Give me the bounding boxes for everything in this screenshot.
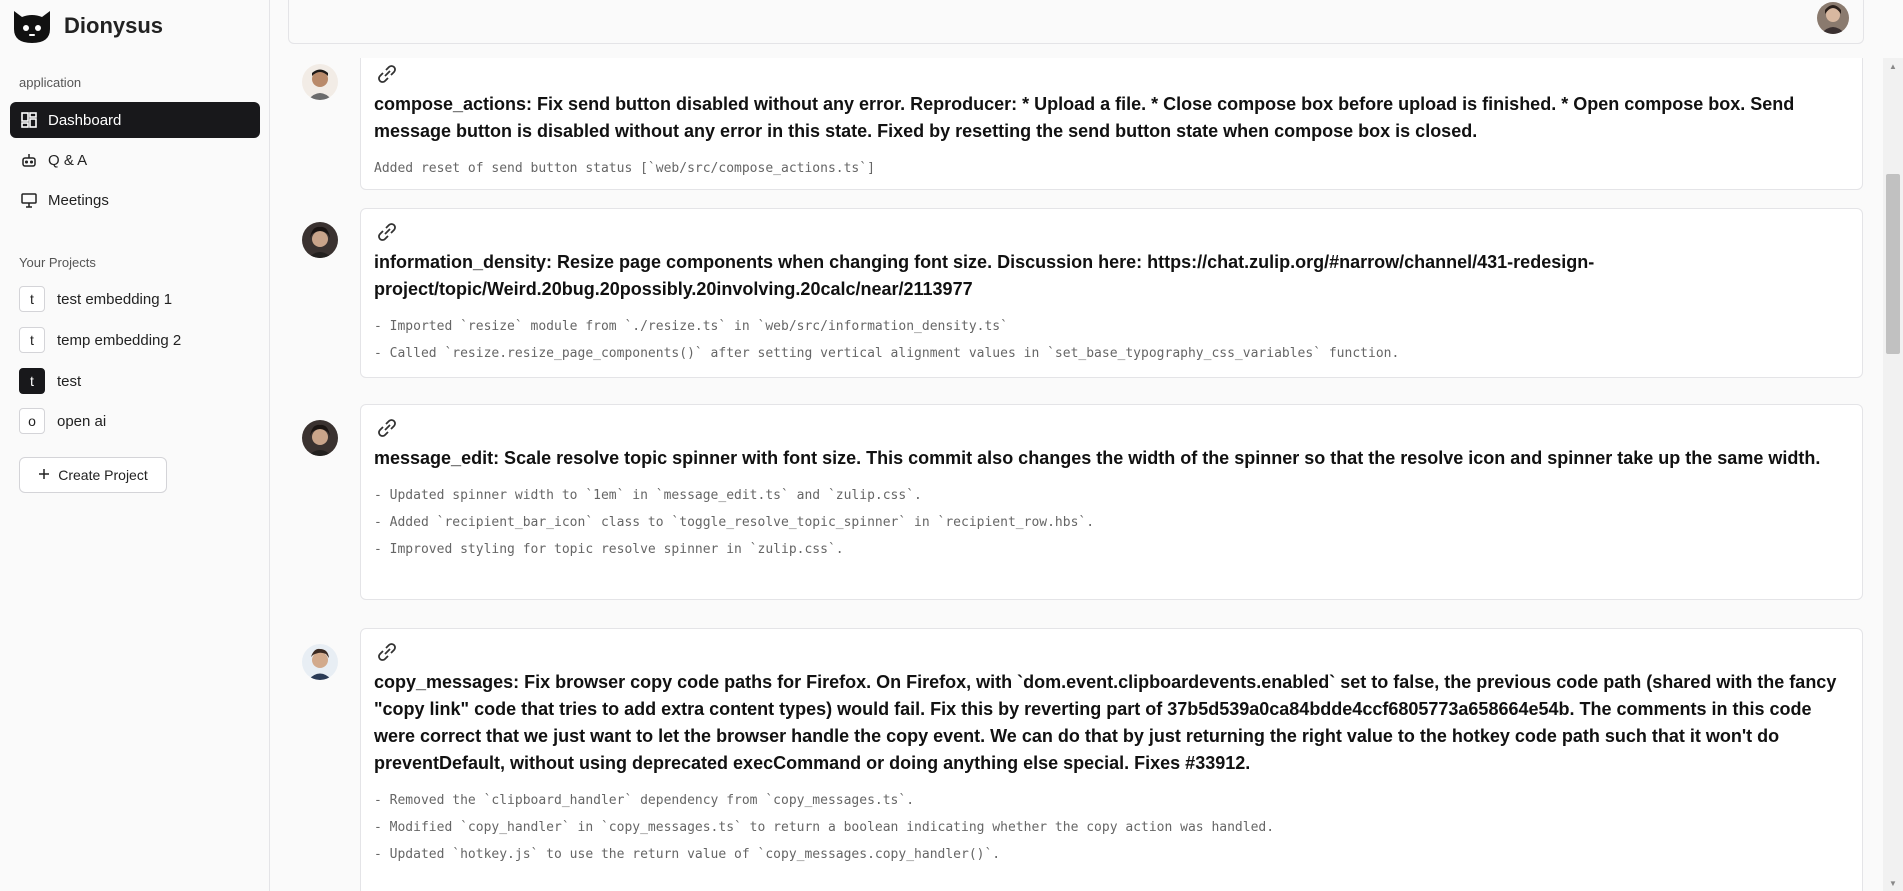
author-avatar — [302, 64, 338, 100]
nav-label: Meetings — [48, 191, 109, 209]
project-label: test — [57, 372, 82, 390]
create-project-button[interactable]: Create Project — [19, 457, 167, 493]
project-item-selected[interactable]: t test — [19, 366, 81, 396]
commit-card: copy_messages: Fix browser copy code pat… — [360, 628, 1863, 891]
commit-title: copy_messages: Fix browser copy code pat… — [374, 672, 1837, 773]
nav-label: Q & A — [48, 151, 88, 169]
project-badge: t — [19, 327, 45, 353]
commit-note-line: - Imported `resize` module from `./resiz… — [374, 319, 1008, 334]
scroll-thumb[interactable] — [1886, 174, 1900, 354]
nav-item-meetings[interactable]: Meetings — [10, 182, 260, 218]
link-icon[interactable] — [374, 417, 400, 439]
section-label-projects: Your Projects — [19, 255, 96, 270]
top-bar — [288, 0, 1864, 44]
link-icon[interactable] — [374, 641, 400, 663]
plus-icon — [38, 467, 50, 483]
scroll-down-arrow-icon[interactable]: ▼ — [1883, 875, 1903, 891]
project-label: open ai — [57, 412, 107, 430]
scroll-up-arrow-icon[interactable]: ▲ — [1883, 58, 1903, 74]
commit-card: information_density: Resize page compone… — [360, 208, 1863, 378]
author-avatar — [302, 222, 338, 258]
link-icon[interactable] — [374, 63, 400, 85]
commit-title: compose_actions: Fix send button disable… — [374, 94, 1795, 141]
section-label-application: application — [19, 75, 82, 90]
commit-card: message_edit: Scale resolve topic spinne… — [360, 404, 1863, 600]
project-badge: t — [19, 368, 45, 394]
commit-note-line: - Removed the `clipboard_handler` depend… — [374, 793, 915, 808]
app-name: Dionysus — [64, 13, 164, 38]
create-project-label: Create Project — [58, 467, 148, 483]
app-root: Dionysus application Dashboard Q & A Mee… — [0, 0, 1903, 891]
dashboard-icon — [20, 111, 38, 129]
commit-notes: - Removed the `clipboard_handler` depend… — [374, 787, 1849, 868]
project-label: temp embedding 2 — [57, 331, 182, 349]
commit-card: compose_actions: Fix send button disable… — [360, 58, 1863, 190]
author-avatar — [302, 644, 338, 680]
project-badge: t — [19, 286, 45, 312]
nav-label: Dashboard — [48, 111, 122, 129]
commit-notes: - Updated spinner width to `1em` in `mes… — [374, 482, 1849, 563]
sidebar: Dionysus application Dashboard Q & A Mee… — [0, 0, 270, 891]
vertical-scrollbar[interactable]: ▲ ▼ — [1883, 58, 1903, 891]
user-avatar[interactable] — [1817, 2, 1849, 34]
commit-note-line: - Added `recipient_bar_icon` class to `t… — [374, 515, 1095, 530]
commit-title: information_density: Resize page compone… — [374, 252, 1595, 299]
nav-item-dashboard[interactable]: Dashboard — [10, 102, 260, 138]
project-item[interactable]: t test embedding 1 — [19, 284, 172, 314]
commit-note-line: - Improved styling for topic resolve spi… — [374, 542, 844, 557]
commit-note-line: - Updated spinner width to `1em` in `mes… — [374, 488, 922, 503]
commit-note-line: Added reset of send button status [`web/… — [374, 161, 875, 176]
project-badge: o — [19, 408, 45, 434]
commit-list: compose_actions: Fix send button disable… — [288, 58, 1878, 891]
commit-note-line: - Updated `hotkey.js` to use the return … — [374, 847, 1001, 862]
bot-icon — [20, 151, 38, 169]
presentation-icon — [20, 191, 38, 209]
commit-title: message_edit: Scale resolve topic spinne… — [374, 448, 1821, 468]
project-item[interactable]: t temp embedding 2 — [19, 325, 181, 355]
commit-notes: - Imported `resize` module from `./resiz… — [374, 313, 1849, 367]
author-avatar — [302, 420, 338, 456]
link-icon[interactable] — [374, 221, 400, 243]
commit-note-line: - Modified `copy_handler` in `copy_messa… — [374, 820, 1275, 835]
octopus-logo-icon — [14, 11, 50, 43]
commit-notes: Added reset of send button status [`web/… — [374, 155, 1849, 182]
project-item[interactable]: o open ai — [19, 406, 106, 436]
commit-note-line: - Called `resize.resize_page_components(… — [374, 346, 1400, 361]
nav-item-qa[interactable]: Q & A — [10, 142, 260, 178]
brand[interactable]: Dionysus — [10, 6, 163, 46]
project-label: test embedding 1 — [57, 290, 173, 308]
